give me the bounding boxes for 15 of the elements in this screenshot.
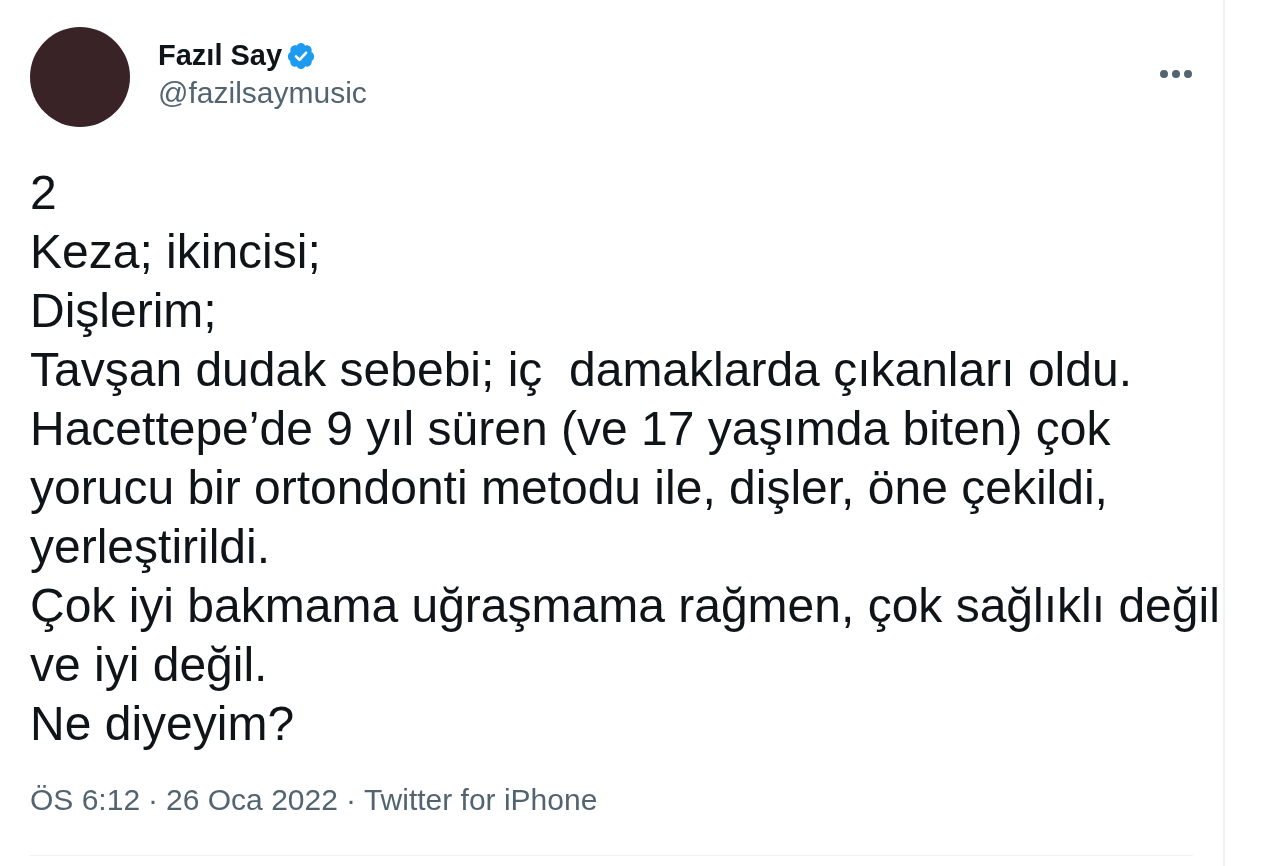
separator-dot: ·: [345, 783, 356, 817]
tweet-text-line: Keza; ikincisi;: [30, 224, 322, 280]
tweet-date[interactable]: 26 Oca 2022: [166, 783, 338, 817]
tweet-text-line: Dişlerim;: [30, 283, 218, 339]
tweet-text-line: 2: [30, 165, 58, 221]
tweet-source[interactable]: Twitter for iPhone: [363, 783, 598, 817]
separator-dot: ·: [148, 783, 159, 817]
author-handle[interactable]: @fazilsaymusic: [158, 76, 367, 110]
tweet-text-line: Çok iyi bakmama uğraşmama rağmen, çok sağlıklı değil ve iyi değil.: [30, 578, 1221, 693]
tweet-text-line: Hacettepe’de 9 yıl süren (ve 17 yaşımda biten) çok yorucu bir ortondonti metodu ile, dişler, öne çekildi, yerleştirildi.: [30, 401, 1112, 575]
tweet-text-line: Ne diyeyim?: [30, 696, 296, 752]
tweet-time[interactable]: ÖS 6:12: [30, 783, 141, 817]
more-options-icon[interactable]: [1159, 69, 1193, 79]
author-name[interactable]: Fazıl Say: [158, 39, 283, 72]
tweet-text-line: Tavşan dudak sebebi; iç damaklarda çıkanları oldu.: [30, 342, 1133, 398]
